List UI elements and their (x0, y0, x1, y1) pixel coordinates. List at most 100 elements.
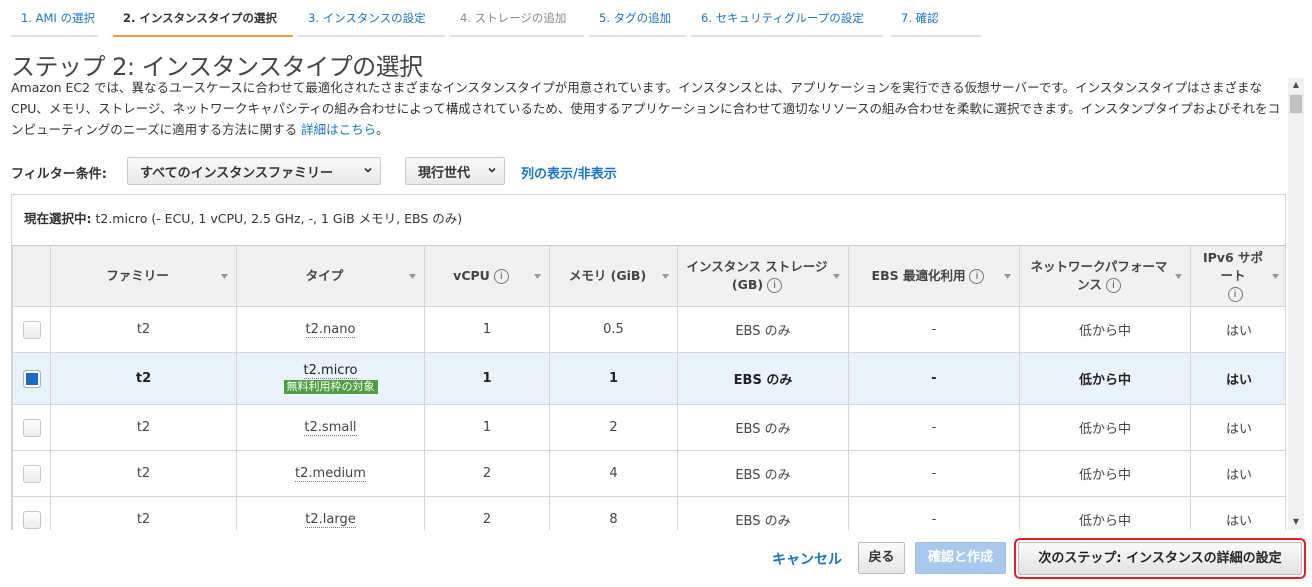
type-name[interactable]: t2.large (305, 512, 356, 528)
type-name[interactable]: t2.medium (295, 466, 366, 482)
table-row[interactable]: t2 t2.nano 1 0.5 EBS のみ - 低から中 はい (12, 306, 1285, 353)
type-cell: t2.small (236, 404, 425, 451)
instance-type-table: ファミリー タイプ vCPU i メモリ (GiB) インスタンス ストレージ (… (12, 245, 1285, 530)
vcpu-cell: 1 (424, 352, 550, 405)
details-link[interactable]: 詳細はこちら (301, 122, 376, 137)
ebs-cell: - (848, 496, 1020, 530)
scroll-down-arrow-icon[interactable]: ▼ (1288, 515, 1304, 529)
type-name[interactable]: t2.micro (303, 363, 358, 379)
type-cell: t2.large (236, 496, 425, 530)
sort-caret-icon (1004, 274, 1011, 279)
row-select-cell[interactable] (12, 352, 51, 405)
ipv6-cell: はい (1190, 352, 1285, 405)
storage-cell: EBS のみ (677, 450, 849, 497)
cancel-button[interactable]: キャンセル (772, 549, 842, 569)
table-row[interactable]: t2 t2.large 2 8 EBS のみ - 低から中 はい (12, 496, 1285, 530)
network-cell: 低から中 (1019, 306, 1191, 353)
sort-caret-icon (1272, 274, 1279, 279)
network-cell: 低から中 (1019, 404, 1191, 451)
info-circle-icon[interactable]: i (767, 278, 783, 293)
row-checkbox[interactable] (22, 510, 41, 529)
tab-instance-config[interactable]: 3. インスタンスの設定 (298, 0, 445, 37)
header-storage[interactable]: インスタンス ストレージ (GB) i (677, 245, 849, 307)
header-type[interactable]: タイプ (236, 245, 425, 307)
storage-cell: EBS のみ (677, 306, 849, 353)
vcpu-cell: 1 (424, 404, 550, 451)
storage-cell: EBS のみ (677, 496, 849, 530)
row-checkbox[interactable] (22, 464, 41, 483)
header-family-label: ファミリー (106, 268, 169, 283)
header-family[interactable]: ファミリー (50, 245, 237, 307)
current-selection-box: 現在選択中: t2.micro (- ECU, 1 vCPU, 2.5 GHz,… (11, 194, 1286, 246)
current-selection-label: 現在選択中: (24, 211, 92, 226)
row-select-cell[interactable] (12, 450, 51, 497)
table-header-row: ファミリー タイプ vCPU i メモリ (GiB) インスタンス ストレージ (… (12, 245, 1285, 307)
type-name[interactable]: t2.small (304, 420, 357, 436)
family-cell: t2 (50, 306, 237, 353)
row-select-cell[interactable] (12, 306, 51, 353)
sort-caret-icon (662, 274, 669, 279)
memory-cell: 4 (549, 450, 678, 497)
row-select-cell[interactable] (12, 404, 51, 451)
header-memory-label: メモリ (GiB) (568, 268, 647, 283)
family-cell: t2 (50, 404, 237, 451)
review-and-launch-button[interactable]: 確認と作成 (915, 542, 1006, 574)
storage-cell: EBS のみ (677, 404, 849, 451)
header-ipv6-label: IPv6 サポート (1202, 250, 1263, 283)
scrollbar-track[interactable] (1288, 78, 1304, 530)
network-cell: 低から中 (1019, 496, 1191, 530)
ebs-cell: - (848, 352, 1020, 405)
scrollbar-thumb[interactable] (1290, 95, 1302, 113)
tab-security-group[interactable]: 6. セキュリティグループの設定 (691, 0, 883, 37)
columns-toggle-link[interactable]: 列の表示/非表示 (521, 163, 617, 182)
sort-caret-icon (1175, 274, 1182, 279)
sort-caret-icon (409, 274, 416, 279)
type-name[interactable]: t2.nano (305, 322, 356, 338)
scroll-up-arrow-icon[interactable]: ▲ (1288, 78, 1304, 92)
family-cell: t2 (50, 352, 237, 405)
ipv6-cell: はい (1190, 496, 1285, 530)
description-text: Amazon EC2 では、異なるユースケースに合わせて最適化されたさまざまなイ… (11, 80, 1281, 137)
header-network-label: ネットワークパフォーマンス (1030, 259, 1168, 292)
tab-ami[interactable]: 1. AMI の選択 (11, 0, 98, 37)
tab-tags[interactable]: 5. タグの追加 (589, 0, 686, 37)
header-ebs[interactable]: EBS 最適化利用 i (848, 245, 1020, 307)
header-ipv6[interactable]: IPv6 サポート i (1190, 245, 1285, 307)
back-button[interactable]: 戻る (858, 542, 905, 574)
header-memory[interactable]: メモリ (GiB) (549, 245, 678, 307)
table-row[interactable]: t2 t2.small 1 2 EBS のみ - 低から中 はい (12, 404, 1285, 451)
tab-instance-type[interactable]: 2. インスタンスタイプの選択 (113, 0, 293, 37)
header-vcpu[interactable]: vCPU i (424, 245, 550, 307)
sort-caret-icon (534, 274, 541, 279)
ipv6-cell: はい (1190, 306, 1285, 353)
ebs-cell: - (848, 404, 1020, 451)
row-select-cell[interactable] (12, 496, 51, 530)
chevron-down-icon (488, 167, 496, 173)
info-circle-icon[interactable]: i (969, 269, 985, 284)
header-network[interactable]: ネットワークパフォーマンス i (1019, 245, 1191, 307)
memory-cell: 1 (549, 352, 678, 405)
info-circle-icon[interactable]: i (1105, 278, 1121, 293)
next-step-button[interactable]: 次のステップ: インスタンスの詳細の設定 (1018, 542, 1302, 575)
vcpu-cell: 2 (424, 496, 550, 530)
info-circle-icon[interactable]: i (493, 269, 509, 284)
table-row-selected[interactable]: t2 t2.micro 無料利用枠の対象 1 1 EBS のみ - 低から中 は… (12, 352, 1285, 405)
storage-cell: EBS のみ (677, 352, 849, 405)
tab-review[interactable]: 7. 確認 (891, 0, 981, 37)
row-checkbox[interactable] (22, 320, 41, 339)
generation-filter-select[interactable]: 現行世代 (405, 157, 505, 185)
header-select (12, 245, 51, 307)
info-circle-icon[interactable]: i (1227, 287, 1243, 302)
family-filter-select[interactable]: すべてのインスタンスファミリー (127, 157, 381, 185)
chevron-down-icon (364, 167, 372, 173)
tab-storage[interactable]: 4. ストレージの追加 (450, 0, 584, 37)
row-checkbox[interactable] (22, 418, 41, 437)
free-tier-badge: 無料利用枠の対象 (283, 380, 378, 394)
table-row[interactable]: t2 t2.medium 2 4 EBS のみ - 低から中 はい (12, 450, 1285, 497)
network-cell: 低から中 (1019, 450, 1191, 497)
row-checkbox-checked[interactable] (22, 369, 41, 388)
vcpu-cell: 1 (424, 306, 550, 353)
generation-filter-value: 現行世代 (418, 165, 471, 181)
filter-label: フィルター条件: (11, 167, 107, 182)
type-cell: t2.micro 無料利用枠の対象 (236, 352, 425, 405)
